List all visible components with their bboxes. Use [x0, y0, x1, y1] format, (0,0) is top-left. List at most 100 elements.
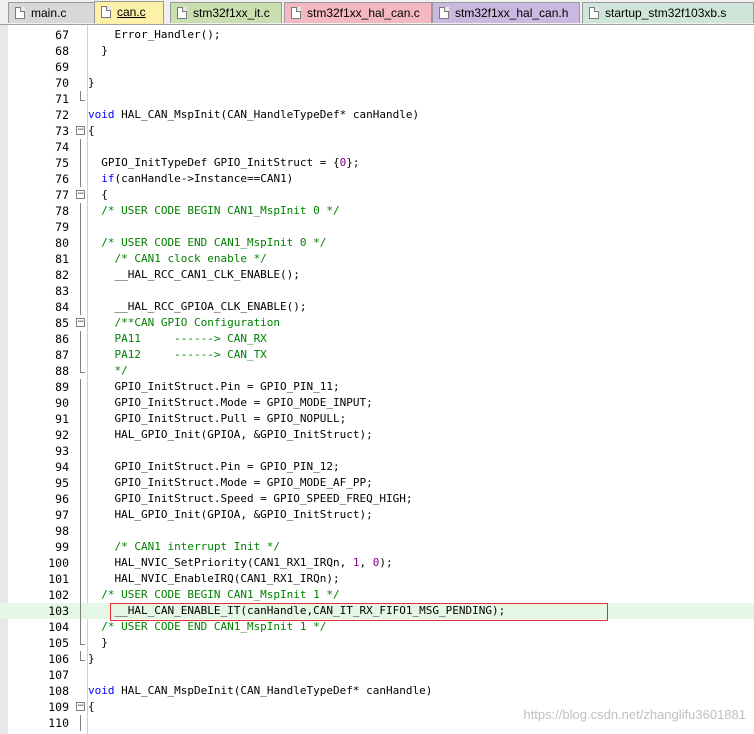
code-line[interactable]: 78 /* USER CODE BEGIN CAN1_MspInit 0 */ — [0, 203, 754, 219]
code-text: /* CAN1 clock enable */ — [88, 251, 266, 267]
code-line[interactable]: 96 GPIO_InitStruct.Speed = GPIO_SPEED_FR… — [0, 491, 754, 507]
code-line[interactable]: 72 void HAL_CAN_MspInit(CAN_HandleTypeDef… — [0, 107, 754, 123]
tab-startup-stm32f103xb-s[interactable]: startup_stm32f103xb.s — [582, 2, 754, 23]
code-line[interactable]: 90 GPIO_InitStruct.Mode = GPIO_MODE_INPU… — [0, 395, 754, 411]
code-text: /* USER CODE END CAN1_MspInit 1 */ — [88, 619, 326, 635]
code-line[interactable]: 91 GPIO_InitStruct.Pull = GPIO_NOPULL; — [0, 411, 754, 427]
line-number: 96 — [55, 492, 69, 506]
tab-stm32f1xx-hal-can-c[interactable]: stm32f1xx_hal_can.c — [284, 2, 432, 23]
code-line[interactable]: 84 __HAL_RCC_GPIOA_CLK_ENABLE(); — [0, 299, 754, 315]
code-token: GPIO_InitStruct.Speed = GPIO_SPEED_FREQ_… — [88, 492, 413, 505]
code-line[interactable]: 81 /* CAN1 clock enable */ — [0, 251, 754, 267]
code-line[interactable]: 87 PA12 ------> CAN_TX — [0, 347, 754, 363]
number-token: 1 — [352, 556, 360, 569]
code-line[interactable]: 69 — [0, 59, 754, 75]
line-number: 76 — [55, 172, 69, 186]
file-icon — [177, 7, 187, 19]
code-line[interactable]: 77 { — [0, 187, 754, 203]
line-number: 86 — [55, 332, 69, 346]
line-number: 90 — [55, 396, 69, 410]
watermark-text: https://blog.csdn.net/zhanglifu3601881 — [523, 707, 746, 722]
tab-can-c[interactable]: can.c — [94, 1, 164, 24]
code-line[interactable]: 67 Error_Handler(); — [0, 27, 754, 43]
code-line[interactable]: 97 HAL_GPIO_Init(GPIOA, &GPIO_InitStruct… — [0, 507, 754, 523]
code-line[interactable]: 73 { — [0, 123, 754, 139]
file-icon — [101, 6, 111, 18]
line-number: 83 — [55, 284, 69, 298]
code-token: } — [88, 652, 95, 665]
code-line[interactable]: 68 } — [0, 43, 754, 59]
code-line[interactable]: 105 } — [0, 635, 754, 651]
code-line[interactable]: 108 void HAL_CAN_MspDeInit(CAN_HandleType… — [0, 683, 754, 699]
code-line[interactable]: 75 GPIO_InitTypeDef GPIO_InitStruct = {0… — [0, 155, 754, 171]
code-line[interactable]: 70} — [0, 75, 754, 91]
code-text: if(canHandle->Instance==CAN1) — [88, 171, 293, 187]
code-line[interactable]: 83 — [0, 283, 754, 299]
code-line[interactable]: 80 /* USER CODE END CAN1_MspInit 0 */ — [0, 235, 754, 251]
fold-guide — [73, 715, 87, 731]
code-line[interactable]: 76 if(canHandle->Instance==CAN1) — [0, 171, 754, 187]
code-text: { — [88, 699, 95, 715]
fold-guide — [73, 155, 87, 171]
code-line[interactable]: 89 GPIO_InitStruct.Pin = GPIO_PIN_11; — [0, 379, 754, 395]
fold-guide — [73, 651, 87, 667]
line-number: 94 — [55, 460, 69, 474]
line-number: 75 — [55, 156, 69, 170]
line-number: 85 — [55, 316, 69, 330]
code-line[interactable]: 92 HAL_GPIO_Init(GPIOA, &GPIO_InitStruct… — [0, 427, 754, 443]
comment-token: /* USER CODE END CAN1_MspInit 0 */ — [88, 236, 327, 249]
code-text: HAL_NVIC_EnableIRQ(CAN1_RX1_IRQn); — [88, 571, 339, 587]
code-line[interactable]: 93 — [0, 443, 754, 459]
line-number: 92 — [55, 428, 69, 442]
fold-toggle-icon[interactable] — [73, 187, 87, 203]
fold-guide — [73, 299, 87, 315]
code-token: , — [359, 556, 373, 569]
code-token: HAL_CAN_MspInit(CAN_HandleTypeDef* canHa… — [114, 108, 420, 121]
line-number: 99 — [55, 540, 69, 554]
tab-stm32f1xx-hal-can-h[interactable]: stm32f1xx_hal_can.h — [432, 2, 580, 23]
code-line[interactable]: 95 GPIO_InitStruct.Mode = GPIO_MODE_AF_P… — [0, 475, 754, 491]
code-text: /* USER CODE END CAN1_MspInit 0 */ — [88, 235, 326, 251]
code-token: GPIO_InitStruct.Pull = GPIO_NOPULL; — [88, 412, 347, 425]
file-icon — [589, 7, 599, 19]
code-text: HAL_GPIO_Init(GPIOA, &GPIO_InitStruct); — [88, 507, 372, 523]
fold-toggle-icon[interactable] — [73, 315, 87, 331]
code-line[interactable]: 79 — [0, 219, 754, 235]
code-line[interactable]: 71 — [0, 91, 754, 107]
fold-toggle-icon[interactable] — [73, 699, 87, 715]
code-line[interactable]: 107 — [0, 667, 754, 683]
code-line[interactable]: 85 /**CAN GPIO Configuration — [0, 315, 754, 331]
tab-stm32f1xx-it-c[interactable]: stm32f1xx_it.c — [170, 2, 282, 23]
code-token: GPIO_InitStruct.Mode = GPIO_MODE_INPUT; — [88, 396, 373, 409]
code-line[interactable]: 86 PA11 ------> CAN_RX — [0, 331, 754, 347]
line-number: 70 — [55, 76, 69, 90]
file-icon — [15, 7, 25, 19]
code-line[interactable]: 102 /* USER CODE BEGIN CAN1_MspInit 1 */ — [0, 587, 754, 603]
code-token: { — [88, 124, 95, 137]
code-line[interactable]: 88 */ — [0, 363, 754, 379]
code-line[interactable]: 98 — [0, 523, 754, 539]
line-number: 84 — [55, 300, 69, 314]
code-line[interactable]: 74 — [0, 139, 754, 155]
line-number: 98 — [55, 524, 69, 538]
code-editor[interactable]: 67 Error_Handler(); 68 } 69 70} 71 72 void HAL… — [0, 25, 754, 734]
code-line[interactable]: 99 /* CAN1 interrupt Init */ — [0, 539, 754, 555]
fold-guide — [73, 395, 87, 411]
fold-toggle-icon[interactable] — [73, 123, 87, 139]
code-line[interactable]: 104 /* USER CODE END CAN1_MspInit 1 */ — [0, 619, 754, 635]
line-number: 97 — [55, 508, 69, 522]
tab-label: stm32f1xx_hal_can.h — [455, 6, 569, 20]
code-line[interactable]: 101 HAL_NVIC_EnableIRQ(CAN1_RX1_IRQn); — [0, 571, 754, 587]
code-text: GPIO_InitStruct.Pull = GPIO_NOPULL; — [88, 411, 346, 427]
code-text: } — [88, 75, 95, 91]
code-line[interactable]: 94 GPIO_InitStruct.Pin = GPIO_PIN_12; — [0, 459, 754, 475]
code-token: ); — [379, 556, 393, 569]
code-line[interactable]: 82 __HAL_RCC_CAN1_CLK_ENABLE(); — [0, 267, 754, 283]
code-line[interactable]: 106} — [0, 651, 754, 667]
tab-main-c[interactable]: main.c — [8, 2, 98, 23]
fold-guide — [73, 507, 87, 523]
code-text: GPIO_InitStruct.Mode = GPIO_MODE_AF_PP; — [88, 475, 372, 491]
code-line[interactable]: 100 HAL_NVIC_SetPriority(CAN1_RX1_IRQn, … — [0, 555, 754, 571]
code-text: GPIO_InitStruct.Speed = GPIO_SPEED_FREQ_… — [88, 491, 413, 507]
code-token: HAL_NVIC_SetPriority(CAN1_RX1_IRQn, — [88, 556, 353, 569]
